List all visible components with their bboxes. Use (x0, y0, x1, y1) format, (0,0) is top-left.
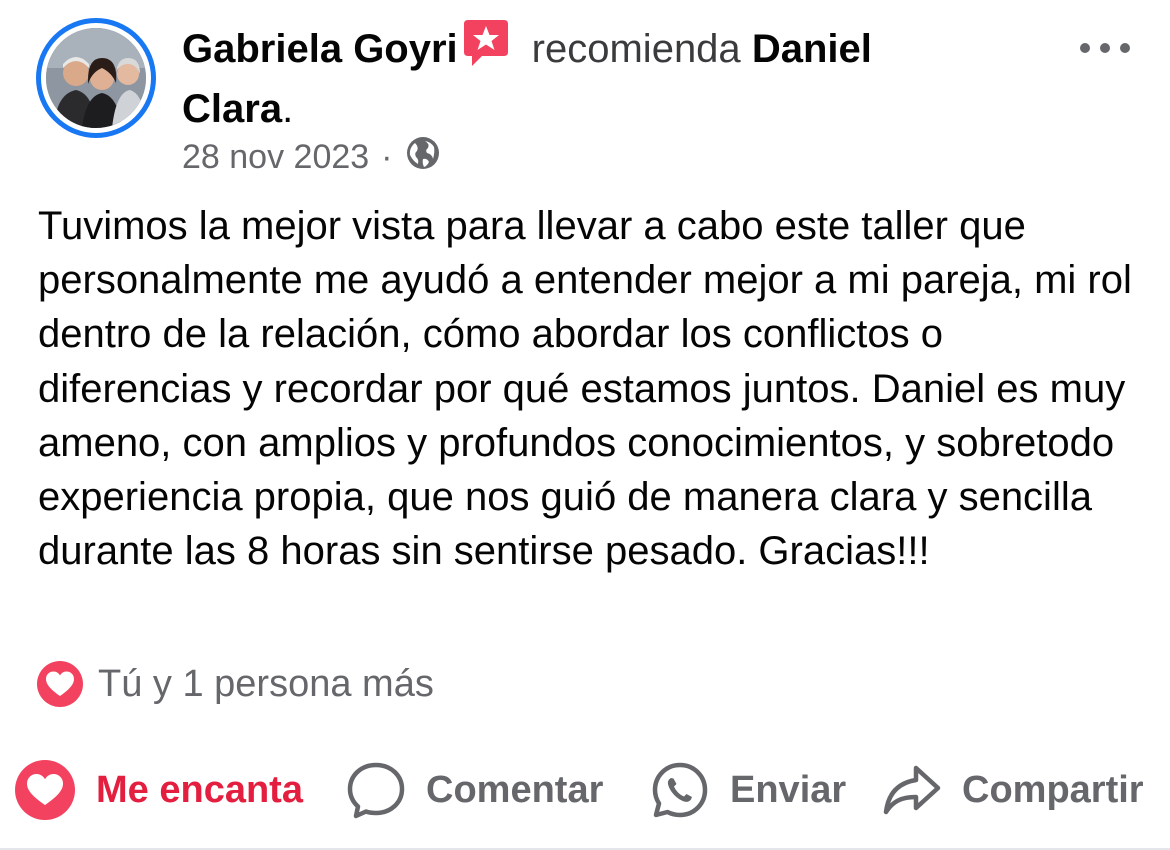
comment-label: Comentar (426, 768, 604, 811)
target-name-second: Clara (182, 87, 283, 131)
avatar-photo (46, 28, 146, 128)
globe-icon (405, 135, 441, 180)
love-label: Me encanta (96, 768, 303, 811)
comment-button[interactable]: Comentar (346, 752, 603, 828)
meta-separator: · (381, 138, 393, 176)
reactions-summary-text: Tú y 1 persona más (98, 662, 434, 705)
author-name[interactable]: Gabriela Goyri (182, 27, 458, 71)
send-label: Enviar (730, 768, 847, 811)
target-suffix: . (282, 87, 294, 131)
share-arrow-icon (882, 762, 942, 818)
comment-bubble-icon (346, 760, 406, 820)
target-name-first: Daniel (751, 27, 872, 71)
more-options-icon[interactable] (1080, 38, 1130, 58)
post-meta: 28 nov 2023 · (182, 135, 441, 180)
share-label: Compartir (962, 768, 1144, 811)
recommendation-post: Gabriela Goyri recomienda Daniel Clara. 2… (0, 0, 1170, 850)
avatar[interactable] (36, 18, 156, 138)
share-button[interactable]: Compartir (882, 752, 1144, 828)
post-header-title: Gabriela Goyri recomienda Daniel Clara. (182, 18, 982, 136)
heart-reaction-icon (36, 660, 84, 708)
reactions-summary[interactable]: Tú y 1 persona más (36, 660, 434, 708)
send-button[interactable]: Enviar (650, 752, 846, 828)
recommend-word: recomienda (531, 27, 741, 71)
action-bar: Me encanta Comentar Enviar Compartir (0, 752, 1170, 828)
post-text: Tuvimos la mejor vista para llevar a cab… (38, 204, 1132, 574)
whatsapp-icon (650, 760, 710, 820)
post-date[interactable]: 28 nov 2023 (182, 138, 369, 177)
love-reaction-button[interactable]: Me encanta (14, 752, 303, 828)
heart-filled-icon (14, 759, 76, 821)
recommendation-badge-icon (462, 18, 510, 82)
